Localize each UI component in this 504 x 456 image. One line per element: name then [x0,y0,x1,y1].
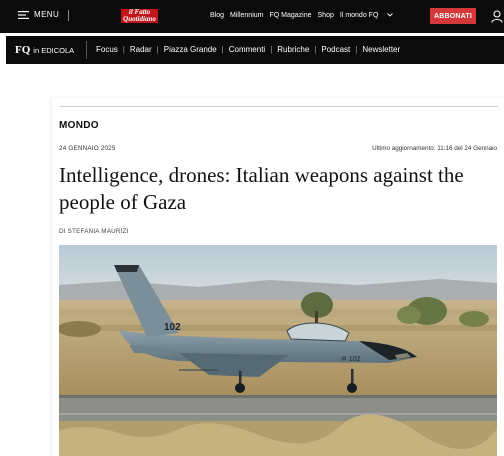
logo-text: il Fatto Quotidiano [123,9,156,23]
divider [68,10,69,21]
article-headline: Intelligence, drones: Italian weapons ag… [59,163,464,214]
publish-date: 24 GENNAIO 2025 [59,145,116,152]
top-bar: MENU il Fatto Quotidiano Blog Millennium… [0,0,504,33]
nav-item-piazza-grande[interactable]: Piazza Grande [164,45,217,54]
edicola-label: in EDICOLA [33,45,75,55]
top-links: Blog Millennium FQ Magazine Shop Il mond… [210,12,399,19]
edicola-link[interactable]: FQ in EDICOLA [15,44,74,56]
nav-item-focus[interactable]: Focus [96,45,118,54]
user-icon[interactable] [491,10,503,23]
nav-item-commenti[interactable]: Commenti [229,45,265,54]
separator: | [221,45,224,54]
top-rule [60,106,498,107]
separator: | [355,45,358,54]
top-link-il-mondo-fq-label: Il mondo FQ [339,12,379,19]
menu-label: MENU [34,10,60,19]
nav-item-radar[interactable]: Radar [130,45,152,54]
chevron-down-icon [387,13,394,17]
site-logo[interactable]: il Fatto Quotidiano [121,9,158,23]
svg-text:✡ 102: ✡ 102 [341,355,361,363]
menu-button[interactable]: MENU [18,10,59,19]
subscribe-button[interactable]: ABBONATI [430,8,476,24]
last-updated: Ultimo aggiornamento: 11:16 del 24 Genna… [372,145,497,152]
top-link-blog[interactable]: Blog [210,12,224,19]
separator: | [122,45,125,54]
nav-item-newsletter[interactable]: Newsletter [362,45,400,54]
hamburger-icon [18,10,29,19]
top-link-il-mondo-fq[interactable]: Il mondo FQ [339,12,394,19]
section-label[interactable]: MONDO [59,120,99,131]
top-link-millennium[interactable]: Millennium [230,12,263,19]
top-link-shop[interactable]: Shop [318,12,334,19]
fq-logo-mark: FQ [15,44,31,56]
section-nav: FQ in EDICOLA Focus | Radar | Piazza Grand… [6,36,504,64]
author-byline[interactable]: DI STEFANIA MAURIZI [59,228,129,235]
nav-item-rubriche[interactable]: Rubriche [277,45,309,54]
separator: | [314,45,317,54]
tail-number: 102 [164,322,181,333]
top-link-fq-magazine[interactable]: FQ Magazine [269,12,311,19]
nav-items: Focus | Radar | Piazza Grande | Commenti | R… [96,45,400,54]
divider [86,41,87,59]
separator: | [270,45,273,54]
nav-item-podcast[interactable]: Podcast [321,45,350,54]
separator: | [156,45,159,54]
article-photo: 102 ✡ 102 [59,245,497,456]
